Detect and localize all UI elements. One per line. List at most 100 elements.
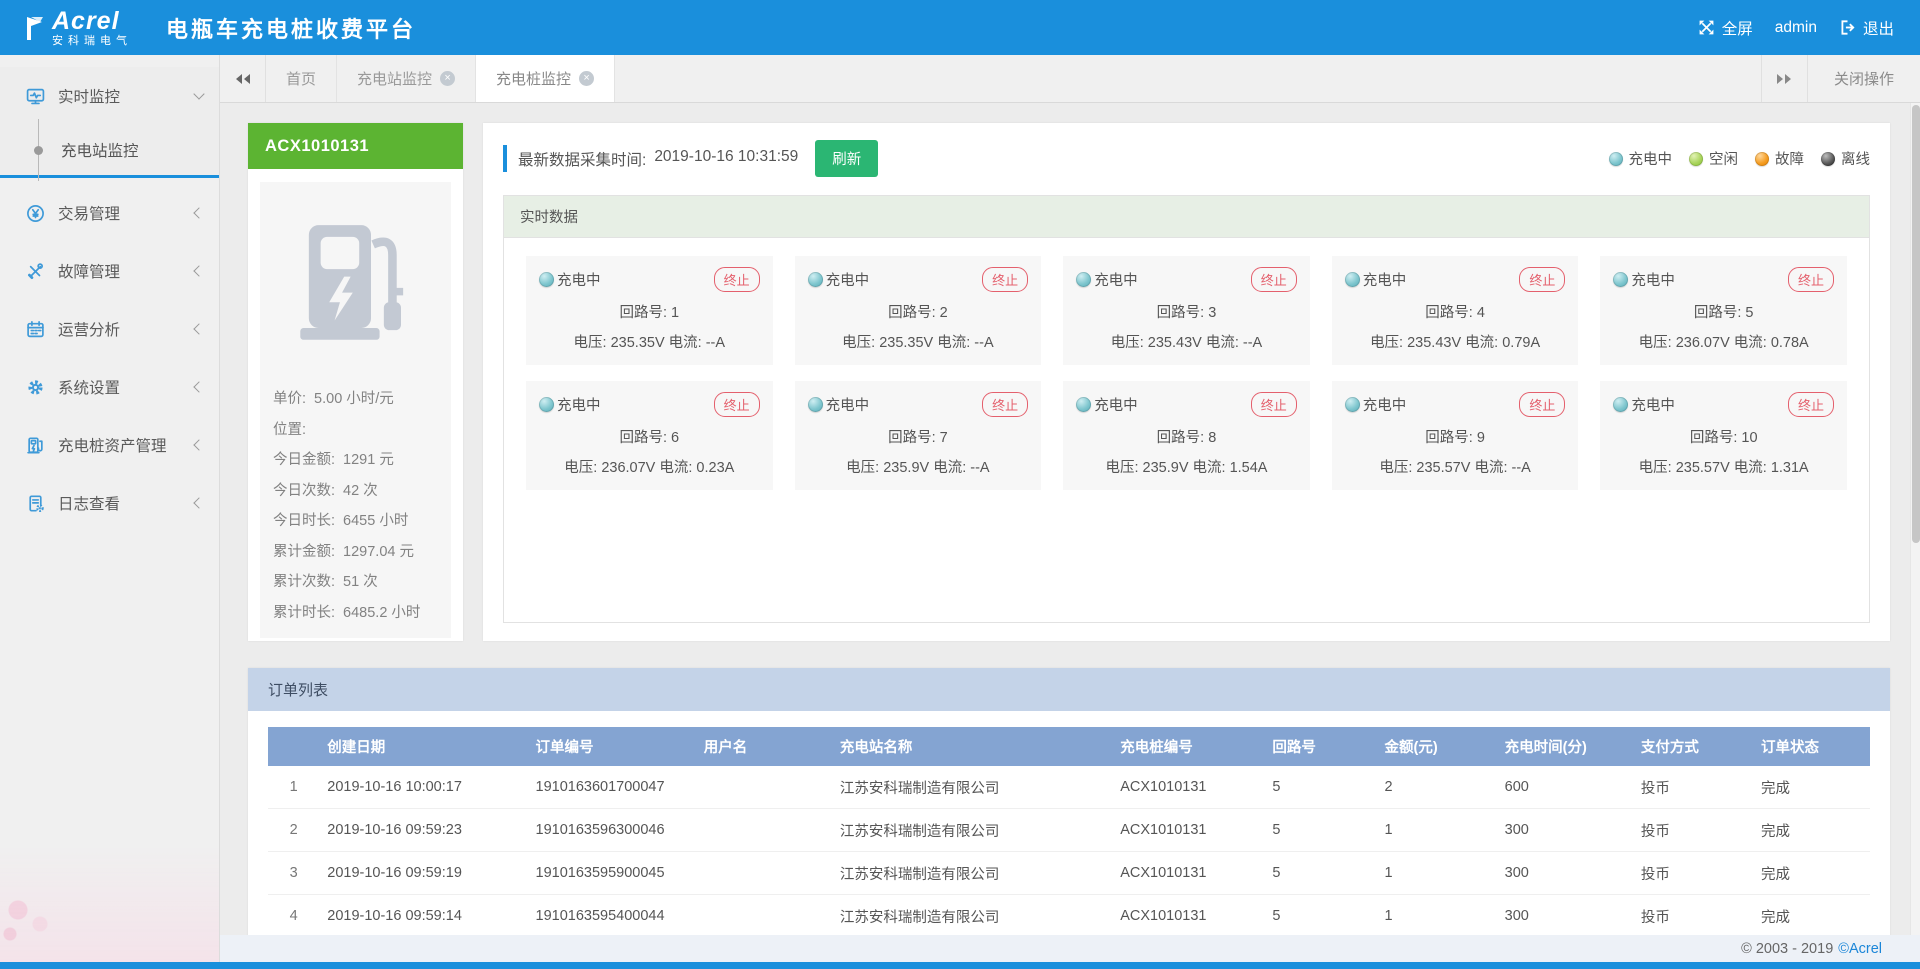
terminate-button[interactable]: 终止 [982,267,1028,292]
sidebar-item-运营分析[interactable]: 运营分析 [0,300,219,358]
cell: ACX1010131 [1112,766,1264,809]
circuit-number: 回路号: 8 [1076,426,1297,447]
cell: 完成 [1753,766,1870,809]
sidebar-group: 系统设置 [0,358,219,416]
brand-link[interactable]: ©Acrel [1838,941,1882,957]
sidebar-item-label: 运营分析 [58,318,195,340]
tab-充电桩监控[interactable]: 充电桩监控× [476,55,615,102]
status-dot-icon [1076,272,1091,287]
orders-table: 创建日期订单编号用户名充电站名称充电桩编号回路号金额(元)充电时间(分)支付方式… [268,727,1870,935]
cell: 600 [1497,766,1633,809]
tabs-scroll-left-button[interactable] [220,55,266,102]
status-dot-icon [1345,272,1360,287]
cell: ACX1010131 [1112,852,1264,895]
tab-首页[interactable]: 首页 [266,55,337,102]
cell: 完成 [1753,895,1870,936]
cell-rownum: 3 [268,852,319,895]
chevron-down-icon [193,88,204,99]
sidebar-item-日志查看[interactable]: 日志查看 [0,474,219,532]
tab-label: 充电站监控 [357,68,432,89]
legend-label: 空闲 [1709,148,1738,169]
terminate-button[interactable]: 终止 [1251,267,1297,292]
orders-header-row: 创建日期订单编号用户名充电站名称充电桩编号回路号金额(元)充电时间(分)支付方式… [268,727,1870,766]
device-stats: 单价:5.00 小时/元位置:今日金额:1291 元今日次数:42 次今日时长:… [273,384,438,628]
chevron-left-icon [193,381,204,392]
sidebar-decoration [0,792,219,962]
app-window: Acrel 安科瑞电气 电瓶车充电桩收费平台 全屏 admin [0,0,1920,969]
cell: 1 [1377,852,1497,895]
sidebar-item-实时监控[interactable]: 实时监控 [0,67,219,125]
close-operations-button[interactable]: 关闭操作 [1807,55,1920,102]
terminate-button[interactable]: 终止 [1519,392,1565,417]
stat-value: 6455 小时 [343,506,408,537]
circuit-number: 回路号: 6 [539,426,760,447]
cell: 投币 [1633,895,1753,936]
circuit-card-top: 充电中 终止 [1613,267,1834,292]
terminate-button[interactable]: 终止 [1788,267,1834,292]
terminate-button[interactable]: 终止 [982,392,1028,417]
sidebar-item-故障管理[interactable]: 故障管理 [0,242,219,300]
circuit-card: 充电中终止回路号: 8电压: 235.9V 电流: 1.54A [1063,381,1310,490]
tab-close-icon[interactable]: × [440,71,455,86]
circuit-card: 充电中终止回路号: 10电压: 235.57V 电流: 1.31A [1600,381,1847,490]
orders-body: 创建日期订单编号用户名充电站名称充电桩编号回路号金额(元)充电时间(分)支付方式… [248,711,1890,935]
circuit-status: 充电中 [1631,269,1675,290]
terminate-button[interactable]: 终止 [1788,392,1834,417]
cell: 1 [1377,895,1497,936]
device-stat-row: 今日次数:42 次 [273,476,438,507]
fullscreen-icon [1698,19,1715,36]
cell: 5 [1264,895,1376,936]
sidebar-item-交易管理[interactable]: 交易管理 [0,184,219,242]
cell [696,852,832,895]
status-dot-icon [1613,397,1628,412]
sidebar-subitem-充电站监控[interactable]: 充电站监控 [0,125,219,175]
refresh-button[interactable]: 刷新 [815,140,878,177]
tabs-scroll-right-button[interactable] [1761,55,1807,102]
circuit-voltage-current: 电压: 235.57V 电流: --A [1345,456,1566,477]
collect-time: 最新数据采集时间: 2019-10-16 10:31:59 [518,148,798,170]
legend-dot-fault-icon [1755,152,1769,166]
status-dot-icon [1345,397,1360,412]
table-row[interactable]: 32019-10-16 09:59:191910163595900045江苏安科… [268,852,1870,895]
circuit-status: 充电中 [557,269,601,290]
collect-time-label: 最新数据采集时间: [518,148,646,170]
circuit-number: 回路号: 4 [1345,301,1566,322]
tab-充电站监控[interactable]: 充电站监控 × [337,55,476,102]
legend-item-charging: 充电中 [1609,148,1673,169]
orders-rows: 12019-10-16 10:00:171910163601700047江苏安科… [268,766,1870,935]
sidebar-item-充电桩资产管理[interactable]: 充电桩资产管理 [0,416,219,474]
terminate-button[interactable]: 终止 [714,392,760,417]
circuit-voltage-current: 电压: 236.07V 电流: 0.78A [1613,331,1834,352]
username: admin [1775,19,1817,37]
table-row[interactable]: 12019-10-16 10:00:171910163601700047江苏安科… [268,766,1870,809]
cell: 江苏安科瑞制造有限公司 [832,766,1112,809]
cell: 完成 [1753,809,1870,852]
asset-icon [26,436,45,455]
current-user[interactable]: admin [1775,19,1817,37]
circuit-number: 回路号: 2 [808,301,1029,322]
terminate-button[interactable]: 终止 [1519,267,1565,292]
fullscreen-button[interactable]: 全屏 [1698,17,1753,39]
device-stat-row: 今日金额:1291 元 [273,445,438,476]
sidebar-item-系统设置[interactable]: 系统设置 [0,358,219,416]
cell [696,895,832,936]
double-right-arrow-icon [1775,73,1793,85]
stat-label: 今日时长: [273,506,335,537]
circuit-number: 回路号: 7 [808,426,1029,447]
terminate-button[interactable]: 终止 [714,267,760,292]
cell: 江苏安科瑞制造有限公司 [832,852,1112,895]
table-row[interactable]: 42019-10-16 09:59:141910163595400044江苏安科… [268,895,1870,936]
tab-close-icon[interactable]: × [579,71,594,86]
table-row[interactable]: 22019-10-16 09:59:231910163596300046江苏安科… [268,809,1870,852]
vertical-scrollbar[interactable] [1910,103,1920,935]
device-panel: ACX1010131 [248,123,463,641]
cell: 1 [1377,809,1497,852]
stat-value: 6485.2 小时 [343,598,420,629]
scrollbar-thumb[interactable] [1912,105,1920,543]
circuit-number: 回路号: 3 [1076,301,1297,322]
logout-button[interactable]: 退出 [1839,17,1894,39]
terminate-button[interactable]: 终止 [1251,392,1297,417]
stat-label: 位置: [273,415,306,446]
device-stat-row: 位置: [273,415,438,446]
sidebar-group: 交易管理 [0,184,219,242]
